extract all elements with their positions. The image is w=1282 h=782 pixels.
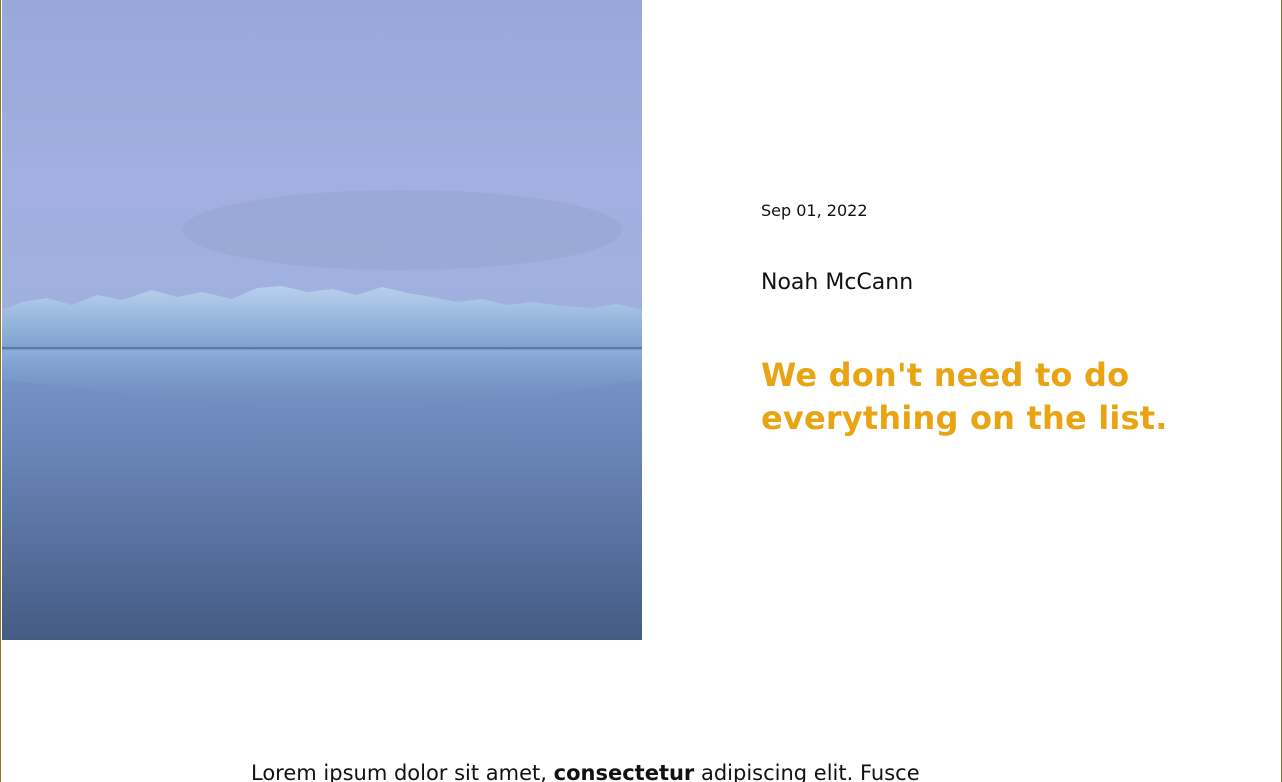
post-date: Sep 01, 2022 xyxy=(761,201,868,220)
hero-image xyxy=(2,0,642,640)
post-meta: Sep 01, 2022 Noah McCann We don't need t… xyxy=(761,200,1221,440)
post-excerpt: Lorem ipsum dolor sit amet, consectetur … xyxy=(251,758,1011,782)
post-author[interactable]: Noah McCann xyxy=(761,268,1221,298)
excerpt-bold-text: consectetur xyxy=(553,761,695,782)
excerpt-text-continued: adipiscing elit. Fusce xyxy=(694,761,920,782)
page: Sep 01, 2022 Noah McCann We don't need t… xyxy=(0,0,1282,782)
post-title[interactable]: We don't need to do everything on the li… xyxy=(761,354,1221,440)
excerpt-text: Lorem ipsum dolor sit amet, xyxy=(251,761,554,782)
